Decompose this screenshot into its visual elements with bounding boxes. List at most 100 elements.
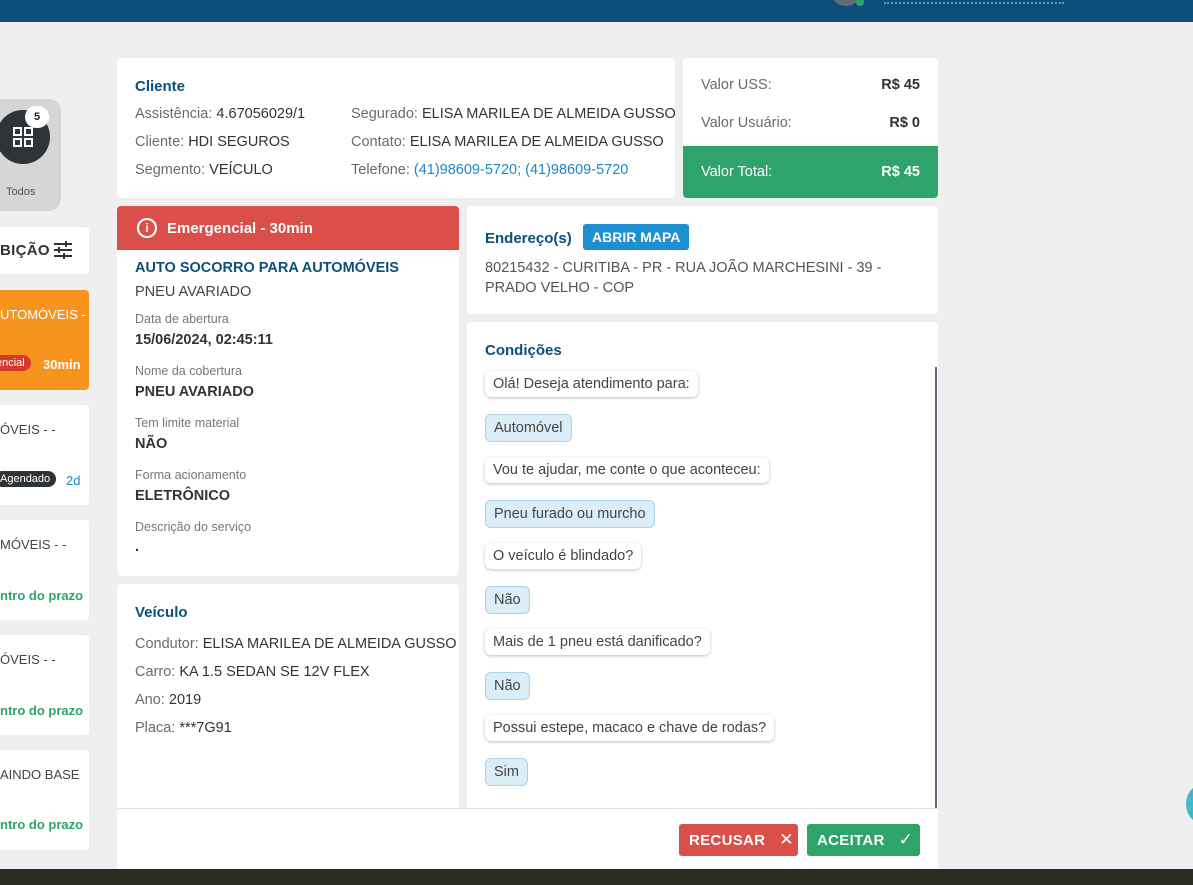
chat-answer: Automóvel [485, 414, 572, 442]
endereco-card: Endereço(s) ABRIR MAPA 80215432 - CURITI… [467, 206, 938, 314]
servico-card: i Emergencial - 30min AUTO SOCORRO PARA … [117, 206, 459, 576]
telefone-field: Telefone: (41)98609-5720; (41)98609-5720 [351, 162, 628, 178]
cobertura-value: PNEU AVARIADO [135, 384, 254, 400]
condicoes-card: Condições Olá! Deseja atendimento para: … [467, 322, 938, 822]
acionamento-label: Forma acionamento [135, 468, 247, 482]
segmento-label: Segmento: [135, 162, 206, 178]
distribuicao-label: BIÇÃO [0, 242, 50, 259]
sliders-icon[interactable] [53, 241, 73, 259]
limite-label: Tem limite material [135, 416, 240, 430]
ano-label: Ano: [135, 692, 165, 708]
chat-answer: Sim [485, 758, 528, 786]
valor-total-row: Valor Total: R$ 45 [683, 146, 938, 198]
list-item-title: AINDO BASE [0, 767, 80, 782]
segmento-value: VEÍCULO [209, 162, 273, 178]
list-item-title: UTOMÓVEIS - [0, 307, 86, 322]
ano-value: 2019 [168, 692, 202, 708]
assistencia-label: Assistência: [135, 106, 213, 122]
carro-field: Carro: KA 1.5 SEDAN SE 12V FLEX [135, 664, 370, 680]
chat-question: Mais de 1 pneu está danificado? [485, 629, 710, 655]
descricao-value: . [135, 539, 140, 555]
endereco-text: 80215432 - CURITIBA - PR - RUA JOÃO MARC… [485, 260, 882, 296]
check-icon: ✓ [898, 830, 914, 849]
recusar-label: RECUSAR [689, 831, 766, 849]
chat-fab-button[interactable] [1186, 782, 1193, 826]
endereco-title: Endereço(s) [485, 230, 572, 247]
segurado-label: Segurado: [351, 106, 418, 122]
telefone-link[interactable]: (41)98609-5720; (41)98609-5720 [414, 162, 628, 178]
user-name-text [884, 0, 1064, 4]
chat-question: Olá! Deseja atendimento para: [485, 371, 698, 397]
valor-total-value: R$ 45 [881, 164, 920, 180]
valor-usuario-label: Valor Usuário: [701, 115, 792, 131]
todos-count-badge: 5 [25, 106, 49, 128]
segmento-field: Segmento: VEÍCULO [135, 162, 273, 178]
footer-strip [0, 869, 1193, 885]
chat-answer: Não [485, 586, 530, 614]
descricao-label: Descrição do serviço [135, 520, 252, 534]
assistencia-field: Assistência: 4.67056029/1 [135, 106, 305, 122]
cliente-title: Cliente [135, 78, 186, 95]
distribuicao-filter[interactable]: BIÇÃO [0, 227, 89, 274]
veiculo-card: Veículo Condutor: ELISA MARILEA DE ALMEI… [117, 584, 459, 814]
close-icon: ✕ [779, 830, 794, 849]
valor-total-label: Valor Total: [701, 164, 773, 180]
list-item-status: ntro do prazo [0, 817, 84, 832]
condutor-value: ELISA MARILEA DE ALMEIDA GUSSO [202, 636, 457, 652]
list-item[interactable]: AINDO BASE ntro do prazo [0, 750, 89, 850]
valor-uss-row: Valor USS: R$ 45 [683, 66, 938, 104]
chat-question: O veículo é blindado? [485, 543, 642, 569]
service-title: AUTO SOCORRO PARA AUTOMÓVEIS [135, 260, 399, 276]
valor-uss-value: R$ 45 [881, 77, 920, 93]
list-item-status: ntro do prazo [0, 703, 84, 718]
segurado-value: ELISA MARILEA DE ALMEIDA GUSSO [421, 106, 676, 122]
aceitar-button[interactable]: ACEITAR ✓ [807, 824, 920, 856]
cliente-label: Cliente: [135, 134, 185, 150]
list-item-title: ÓVEIS - - [0, 652, 56, 667]
contato-value: ELISA MARILEA DE ALMEIDA GUSSO [409, 134, 664, 150]
aceitar-label: ACEITAR [817, 831, 885, 849]
chat-question: Possui estepe, macaco e chave de rodas? [485, 715, 775, 741]
data-abertura-value: 15/06/2024, 02:45:11 [135, 332, 273, 348]
cliente-field: Cliente: HDI SEGUROS [135, 134, 290, 150]
valor-uss-label: Valor USS: [701, 77, 772, 93]
condutor-label: Condutor: [135, 636, 199, 652]
valor-usuario-value: R$ 0 [889, 115, 920, 131]
top-bar [0, 0, 1193, 22]
placa-value: ***7G91 [179, 720, 232, 736]
placa-field: Placa: ***7G91 [135, 720, 232, 736]
segurado-field: Segurado: ELISA MARILEA DE ALMEIDA GUSSO [351, 106, 676, 122]
list-item[interactable]: UTOMÓVEIS - encial 30min [0, 290, 89, 390]
info-icon: i [137, 218, 157, 238]
open-map-button[interactable]: ABRIR MAPA [583, 224, 690, 250]
cliente-card: Cliente Assistência: 4.67056029/1 Client… [117, 58, 676, 198]
list-item-status: ntro do prazo [0, 588, 84, 603]
todos-label: Todos [6, 186, 36, 198]
cobertura-label: Nome da cobertura [135, 364, 243, 378]
carro-value: KA 1.5 SEDAN SE 12V FLEX [179, 664, 370, 680]
data-abertura-label: Data de abertura [135, 312, 229, 326]
action-bar: RECUSAR ✕ ACEITAR ✓ [117, 808, 938, 869]
telefone-label: Telefone: [351, 162, 410, 178]
chat-answer: Não [485, 672, 530, 700]
chat-question: Vou te ajudar, me conte o que aconteceu: [485, 457, 769, 483]
list-item[interactable]: ÓVEIS - - Agendado 2d [0, 405, 89, 505]
recusar-button[interactable]: RECUSAR ✕ [679, 824, 798, 856]
list-item-title: MÓVEIS - - [0, 537, 67, 552]
list-item-title: ÓVEIS - - [0, 422, 56, 437]
limite-value: NÃO [135, 436, 168, 452]
service-subtitle: PNEU AVARIADO [135, 284, 252, 300]
chat-answer: Pneu furado ou murcho [485, 500, 655, 528]
ano-field: Ano: 2019 [135, 692, 201, 708]
placa-label: Placa: [135, 720, 176, 736]
contato-label: Contato: [351, 134, 406, 150]
valores-card: Valor USS: R$ 45 Valor Usuário: R$ 0 Val… [683, 58, 938, 198]
condicoes-scrollbar[interactable] [935, 367, 937, 817]
list-item[interactable]: ÓVEIS - - ntro do prazo [0, 635, 89, 735]
acionamento-value: ELETRÔNICO [135, 488, 231, 504]
list-item[interactable]: MÓVEIS - - ntro do prazo [0, 520, 89, 620]
online-status-icon [856, 0, 864, 6]
veiculo-title: Veículo [135, 604, 188, 621]
condicoes-title: Condições [485, 342, 562, 359]
status-badge: encial [0, 355, 31, 371]
